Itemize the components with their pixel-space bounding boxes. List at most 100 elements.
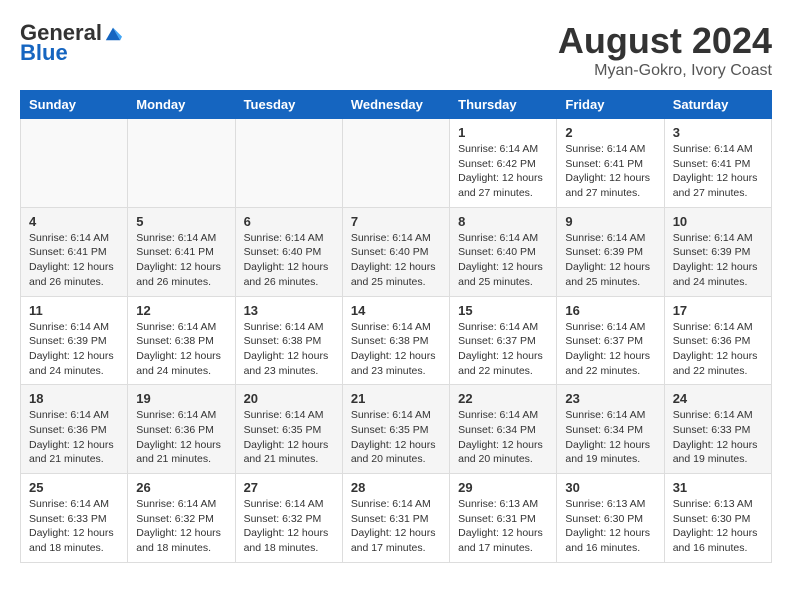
calendar-cell: 12 Sunrise: 6:14 AM Sunset: 6:38 PM Dayli…: [128, 296, 235, 385]
day-info: Sunrise: 6:14 AM Sunset: 6:32 PM Dayligh…: [244, 497, 334, 556]
day-number: 12: [136, 303, 226, 318]
day-number: 16: [565, 303, 655, 318]
logo-blue-text: Blue: [20, 40, 68, 66]
day-info: Sunrise: 6:14 AM Sunset: 6:40 PM Dayligh…: [351, 231, 441, 290]
day-number: 7: [351, 214, 441, 229]
calendar-cell: 9 Sunrise: 6:14 AM Sunset: 6:39 PM Daylig…: [557, 207, 664, 296]
calendar-cell: [342, 119, 449, 208]
day-info: Sunrise: 6:14 AM Sunset: 6:36 PM Dayligh…: [29, 408, 119, 467]
calendar-cell: 1 Sunrise: 6:14 AM Sunset: 6:42 PM Daylig…: [450, 119, 557, 208]
calendar-cell: [235, 119, 342, 208]
day-number: 27: [244, 480, 334, 495]
calendar-cell: 19 Sunrise: 6:14 AM Sunset: 6:36 PM Dayli…: [128, 385, 235, 474]
day-info: Sunrise: 6:14 AM Sunset: 6:39 PM Dayligh…: [29, 320, 119, 379]
day-number: 18: [29, 391, 119, 406]
day-info: Sunrise: 6:13 AM Sunset: 6:30 PM Dayligh…: [673, 497, 763, 556]
calendar-cell: [128, 119, 235, 208]
day-number: 19: [136, 391, 226, 406]
day-number: 4: [29, 214, 119, 229]
day-info: Sunrise: 6:14 AM Sunset: 6:37 PM Dayligh…: [565, 320, 655, 379]
day-info: Sunrise: 6:14 AM Sunset: 6:38 PM Dayligh…: [136, 320, 226, 379]
calendar-cell: 13Sunrise: 6:14 AM Sunset: 6:38 PM Dayli…: [235, 296, 342, 385]
calendar-week-5: 25Sunrise: 6:14 AM Sunset: 6:33 PM Dayli…: [21, 474, 772, 563]
calendar-cell: 31Sunrise: 6:13 AM Sunset: 6:30 PM Dayli…: [664, 474, 771, 563]
day-info: Sunrise: 6:14 AM Sunset: 6:41 PM Dayligh…: [136, 231, 226, 290]
day-info: Sunrise: 6:14 AM Sunset: 6:33 PM Dayligh…: [29, 497, 119, 556]
header-tuesday: Tuesday: [235, 91, 342, 119]
day-info: Sunrise: 6:13 AM Sunset: 6:31 PM Dayligh…: [458, 497, 548, 556]
calendar-week-3: 11 Sunrise: 6:14 AM Sunset: 6:39 PM Dayli…: [21, 296, 772, 385]
page-header: General Blue August 2024 Myan-Gokro, Ivo…: [20, 20, 772, 80]
day-info: Sunrise: 6:14 AM Sunset: 6:32 PM Dayligh…: [136, 497, 226, 556]
day-info: Sunrise: 6:13 AM Sunset: 6:30 PM Dayligh…: [565, 497, 655, 556]
day-info: Sunrise: 6:14 AM Sunset: 6:35 PM Dayligh…: [351, 408, 441, 467]
day-number: 2: [565, 125, 655, 140]
day-info: Sunrise: 6:14 AM Sunset: 6:41 PM Dayligh…: [673, 142, 763, 201]
calendar-cell: 22Sunrise: 6:14 AM Sunset: 6:34 PM Dayli…: [450, 385, 557, 474]
day-number: 21: [351, 391, 441, 406]
header-sunday: Sunday: [21, 91, 128, 119]
day-number: 8: [458, 214, 548, 229]
calendar-cell: 5 Sunrise: 6:14 AM Sunset: 6:41 PM Daylig…: [128, 207, 235, 296]
month-title: August 2024: [558, 20, 772, 62]
calendar-cell: 25Sunrise: 6:14 AM Sunset: 6:33 PM Dayli…: [21, 474, 128, 563]
day-number: 3: [673, 125, 763, 140]
day-number: 11: [29, 303, 119, 318]
calendar-cell: 26 Sunrise: 6:14 AM Sunset: 6:32 PM Dayli…: [128, 474, 235, 563]
calendar-header-row: SundayMondayTuesdayWednesdayThursdayFrid…: [21, 91, 772, 119]
day-number: 1: [458, 125, 548, 140]
day-number: 28: [351, 480, 441, 495]
day-number: 9: [565, 214, 655, 229]
calendar-cell: 6 Sunrise: 6:14 AM Sunset: 6:40 PM Daylig…: [235, 207, 342, 296]
day-number: 29: [458, 480, 548, 495]
location-text: Myan-Gokro, Ivory Coast: [558, 62, 772, 80]
day-info: Sunrise: 6:14 AM Sunset: 6:40 PM Dayligh…: [244, 231, 334, 290]
day-info: Sunrise: 6:14 AM Sunset: 6:36 PM Dayligh…: [136, 408, 226, 467]
calendar-cell: 3 Sunrise: 6:14 AM Sunset: 6:41 PM Daylig…: [664, 119, 771, 208]
header-monday: Monday: [128, 91, 235, 119]
calendar-cell: 29 Sunrise: 6:13 AM Sunset: 6:31 PM Dayli…: [450, 474, 557, 563]
calendar-cell: 30 Sunrise: 6:13 AM Sunset: 6:30 PM Dayli…: [557, 474, 664, 563]
calendar-cell: 4 Sunrise: 6:14 AM Sunset: 6:41 PM Daylig…: [21, 207, 128, 296]
day-number: 20: [244, 391, 334, 406]
day-info: Sunrise: 6:14 AM Sunset: 6:39 PM Dayligh…: [565, 231, 655, 290]
day-number: 26: [136, 480, 226, 495]
day-info: Sunrise: 6:14 AM Sunset: 6:42 PM Dayligh…: [458, 142, 548, 201]
calendar-cell: 16 Sunrise: 6:14 AM Sunset: 6:37 PM Dayli…: [557, 296, 664, 385]
calendar-week-1: 1 Sunrise: 6:14 AM Sunset: 6:42 PM Daylig…: [21, 119, 772, 208]
day-info: Sunrise: 6:14 AM Sunset: 6:41 PM Dayligh…: [565, 142, 655, 201]
day-info: Sunrise: 6:14 AM Sunset: 6:36 PM Dayligh…: [673, 320, 763, 379]
logo-icon: [104, 24, 122, 42]
day-info: Sunrise: 6:14 AM Sunset: 6:34 PM Dayligh…: [565, 408, 655, 467]
calendar-cell: 10 Sunrise: 6:14 AM Sunset: 6:39 PM Dayli…: [664, 207, 771, 296]
calendar-cell: 11 Sunrise: 6:14 AM Sunset: 6:39 PM Dayli…: [21, 296, 128, 385]
calendar-cell: 8 Sunrise: 6:14 AM Sunset: 6:40 PM Daylig…: [450, 207, 557, 296]
calendar-cell: 14Sunrise: 6:14 AM Sunset: 6:38 PM Dayli…: [342, 296, 449, 385]
calendar-cell: 23 Sunrise: 6:14 AM Sunset: 6:34 PM Dayli…: [557, 385, 664, 474]
day-info: Sunrise: 6:14 AM Sunset: 6:31 PM Dayligh…: [351, 497, 441, 556]
day-number: 6: [244, 214, 334, 229]
day-number: 14: [351, 303, 441, 318]
logo: General Blue: [20, 20, 122, 66]
day-info: Sunrise: 6:14 AM Sunset: 6:35 PM Dayligh…: [244, 408, 334, 467]
header-thursday: Thursday: [450, 91, 557, 119]
calendar-cell: [21, 119, 128, 208]
header-friday: Friday: [557, 91, 664, 119]
calendar-cell: 21 Sunrise: 6:14 AM Sunset: 6:35 PM Dayli…: [342, 385, 449, 474]
day-number: 30: [565, 480, 655, 495]
day-info: Sunrise: 6:14 AM Sunset: 6:40 PM Dayligh…: [458, 231, 548, 290]
day-info: Sunrise: 6:14 AM Sunset: 6:34 PM Dayligh…: [458, 408, 548, 467]
day-number: 23: [565, 391, 655, 406]
day-number: 5: [136, 214, 226, 229]
day-info: Sunrise: 6:14 AM Sunset: 6:37 PM Dayligh…: [458, 320, 548, 379]
day-number: 10: [673, 214, 763, 229]
day-info: Sunrise: 6:14 AM Sunset: 6:39 PM Dayligh…: [673, 231, 763, 290]
calendar-week-4: 18 Sunrise: 6:14 AM Sunset: 6:36 PM Dayli…: [21, 385, 772, 474]
day-info: Sunrise: 6:14 AM Sunset: 6:41 PM Dayligh…: [29, 231, 119, 290]
calendar-cell: 24Sunrise: 6:14 AM Sunset: 6:33 PM Dayli…: [664, 385, 771, 474]
day-number: 13: [244, 303, 334, 318]
calendar-cell: 27 Sunrise: 6:14 AM Sunset: 6:32 PM Dayli…: [235, 474, 342, 563]
calendar-cell: 2 Sunrise: 6:14 AM Sunset: 6:41 PM Daylig…: [557, 119, 664, 208]
title-block: August 2024 Myan-Gokro, Ivory Coast: [558, 20, 772, 80]
day-number: 24: [673, 391, 763, 406]
